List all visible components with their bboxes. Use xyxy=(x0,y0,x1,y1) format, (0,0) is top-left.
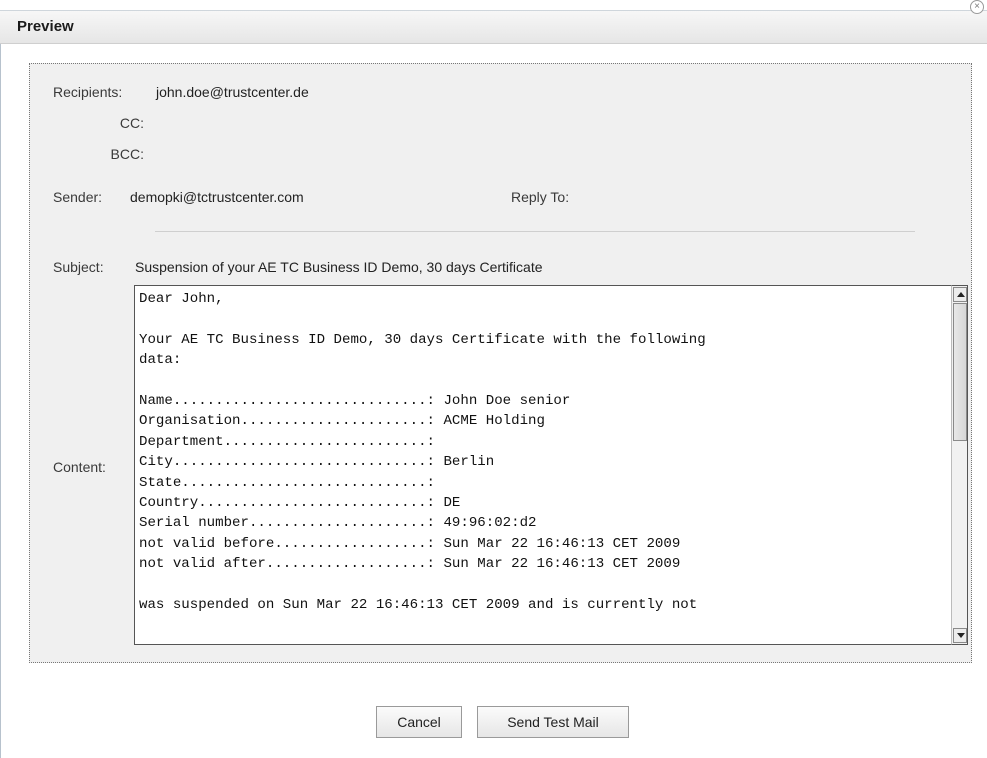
content-label: Content: xyxy=(53,459,106,475)
scroll-thumb[interactable] xyxy=(953,303,967,441)
dialog-title-bar: Preview xyxy=(0,10,987,44)
sender-label: Sender: xyxy=(53,189,103,205)
scroll-up-arrow-icon[interactable] xyxy=(953,287,967,302)
subject-value: Suspension of your AE TC Business ID Dem… xyxy=(135,259,543,275)
recipients-label: Recipients: xyxy=(53,84,123,100)
email-preview-panel: Recipients: john.doe@trustcenter.de CC: … xyxy=(29,63,972,663)
subject-label: Subject: xyxy=(53,259,104,275)
sender-value: demopki@tctrustcenter.com xyxy=(130,189,304,205)
content-text: Dear John, Your AE TC Business ID Demo, … xyxy=(139,291,706,614)
cc-label: CC: xyxy=(119,115,144,131)
scroll-down-arrow-icon[interactable] xyxy=(953,628,967,643)
content-scrollbar[interactable] xyxy=(951,285,968,645)
header-divider xyxy=(155,231,915,232)
dialog-title: Preview xyxy=(17,18,74,35)
cancel-button[interactable]: Cancel xyxy=(376,706,462,738)
dialog-left-border xyxy=(0,10,1,758)
bcc-label: BCC: xyxy=(110,146,144,162)
preview-dialog: Preview × Recipients: john.doe@trustcent… xyxy=(0,0,987,758)
content-textarea[interactable]: Dear John, Your AE TC Business ID Demo, … xyxy=(134,285,951,645)
close-icon[interactable]: × xyxy=(970,0,984,14)
reply-to-label: Reply To: xyxy=(511,189,570,205)
recipients-value: john.doe@trustcenter.de xyxy=(156,84,309,100)
send-test-mail-button[interactable]: Send Test Mail xyxy=(477,706,629,738)
